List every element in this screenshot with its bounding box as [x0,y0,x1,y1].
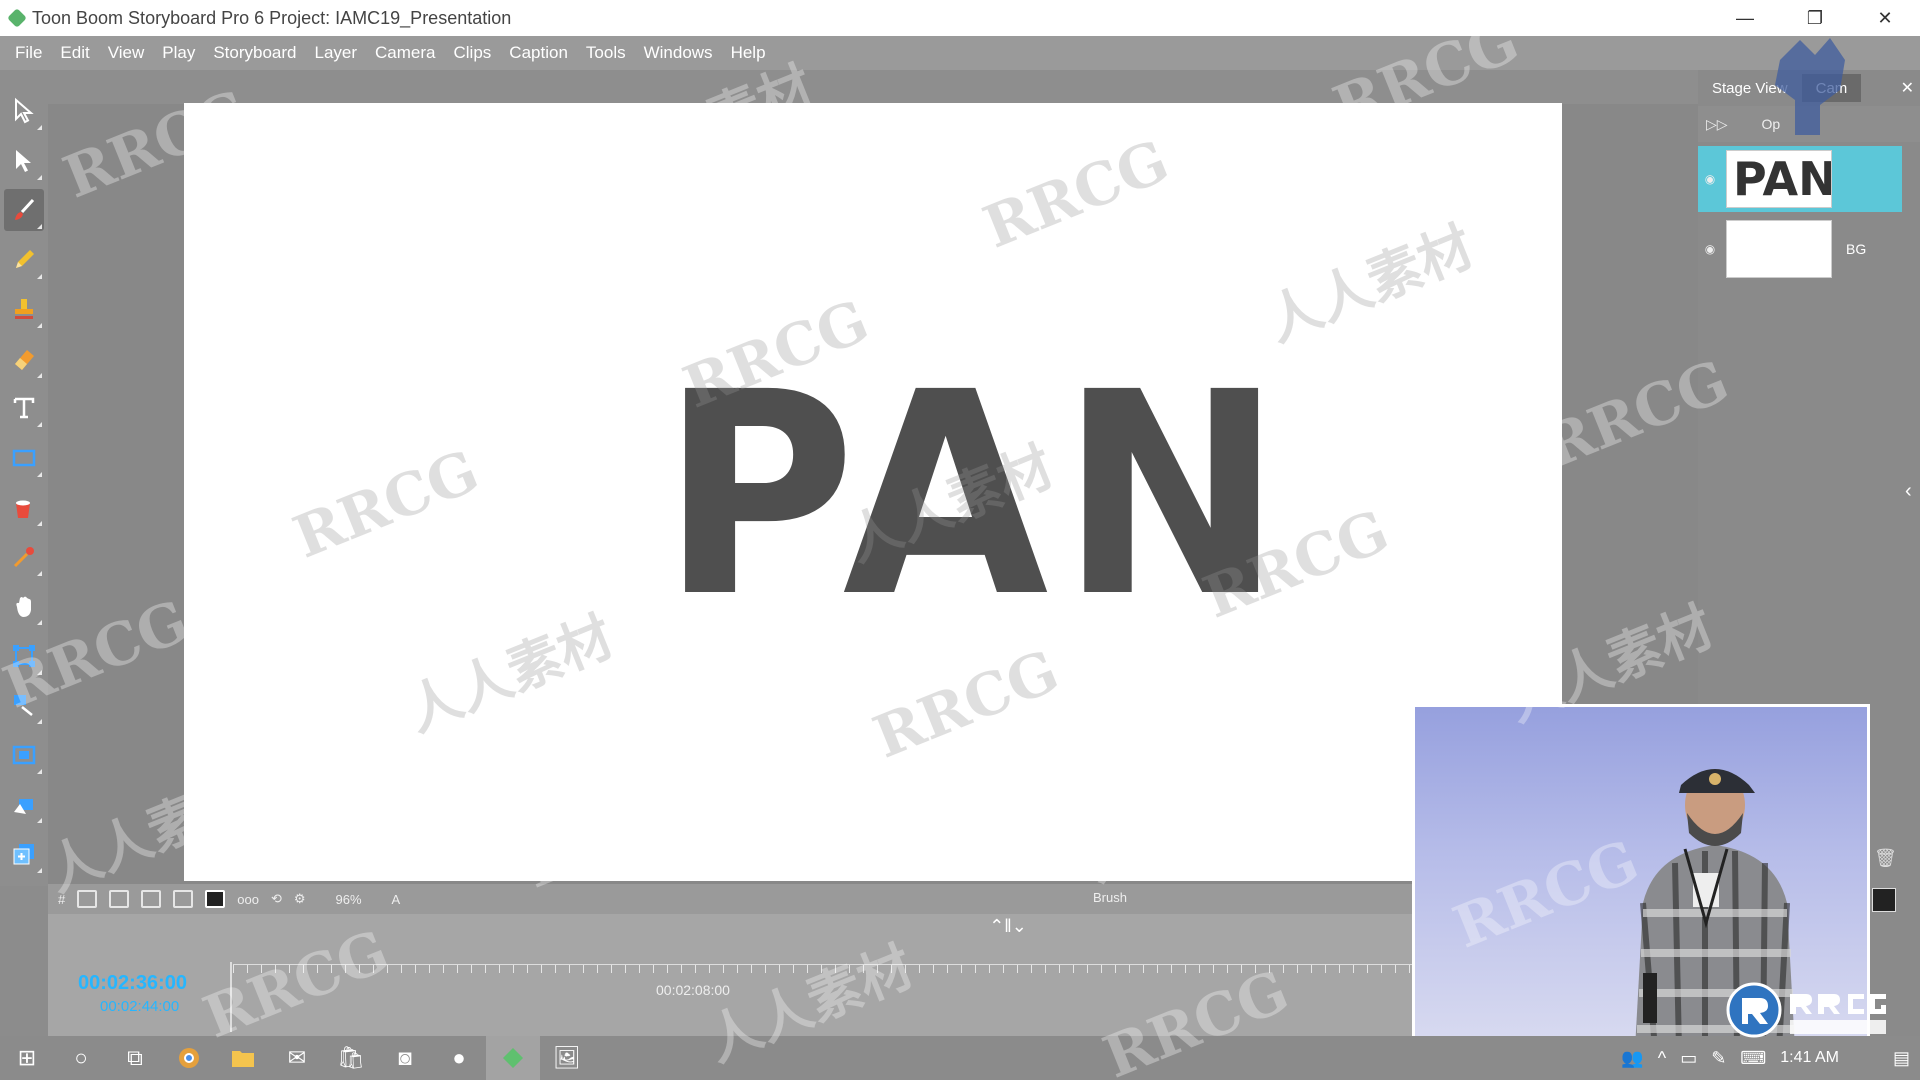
minimize-button[interactable]: — [1710,0,1780,36]
show-hidden-icons-icon[interactable]: ^ [1658,1048,1666,1069]
mail-icon[interactable]: ✉ [270,1036,324,1080]
notification-icon[interactable]: ▤ [1893,1048,1910,1069]
app-circle-icon[interactable]: ● [432,1036,486,1080]
file-explorer-icon[interactable] [216,1036,270,1080]
color-swatch[interactable] [1872,888,1896,912]
cortana-icon[interactable]: ○ [54,1036,108,1080]
layer-thumbnail [1726,220,1832,278]
store-icon[interactable]: 🛍 [324,1036,378,1080]
menu-file[interactable]: File [6,43,51,63]
add-panel-icon[interactable] [4,833,44,875]
close-button[interactable]: ✕ [1850,0,1920,36]
app-icon[interactable]: ◙ [378,1036,432,1080]
timeline-marker-time: 00:02:08:00 [656,982,730,998]
menu-camera[interactable]: Camera [366,43,444,63]
taskbar: ⊞ ○ ⧉ ✉ 🛍 ◙ ● 🖼 👥 ^ ▭ ✎ ⌨ 1:41 AM ▤ [0,1036,1920,1080]
grid-icon[interactable]: # [58,892,65,907]
people-icon[interactable]: 👥 [1621,1048,1643,1069]
transform-tool-icon[interactable] [4,140,44,182]
layer-row-pan[interactable]: ◉ PAN [1698,146,1902,212]
layer-visibility-icon[interactable]: ◉ [1698,242,1722,256]
layers-header: ▷▷ Op [1698,106,1920,142]
collapse-panel-icon[interactable]: ‹ [1905,480,1912,503]
layer-thumbnail: PAN [1726,150,1832,208]
stamp-tool-icon[interactable] [4,288,44,330]
dropper-tool-icon[interactable] [4,536,44,578]
rotate-view-icon[interactable]: ⟲ [271,891,282,907]
pencil-tool-icon[interactable] [4,239,44,281]
menu-help[interactable]: Help [722,43,775,63]
keyboard-icon[interactable]: ⌨ [1740,1048,1766,1069]
menu-windows[interactable]: Windows [635,43,722,63]
menu-play[interactable]: Play [153,43,204,63]
drawing-canvas[interactable]: PAN ✛ [184,103,1601,881]
tab-stage-view[interactable]: Stage View [1698,74,1802,102]
menu-bar: File Edit View Play Storyboard Layer Cam… [0,36,1920,70]
current-time: 00:02:36:00 [78,972,187,994]
pen-icon[interactable]: ✎ [1711,1048,1726,1069]
timeline-divider [230,962,232,1032]
aspect-icon[interactable] [173,890,194,908]
view-mode-label[interactable]: A [392,892,401,907]
presenter-figure [1635,769,1795,1043]
camera-mask-icon[interactable] [205,890,226,908]
layer-name: BG [1846,241,1867,257]
panel-tabs: Stage View Cam [1698,74,1862,102]
rectangle-tool-icon[interactable] [4,437,44,479]
camera-frame-icon[interactable] [4,734,44,776]
trash-icon[interactable]: 🗑 [1874,848,1897,869]
storyboard-pro-icon[interactable] [486,1036,540,1080]
select-tool-icon[interactable] [4,90,44,132]
onion-skin-icon[interactable]: ooo [237,892,259,907]
chrome-icon[interactable] [162,1036,216,1080]
brush-tool-icon[interactable] [4,189,44,231]
window-controls: — ❐ ✕ [1710,0,1920,36]
paint-bucket-icon[interactable] [4,486,44,528]
zoom-level[interactable]: 96% [336,892,362,907]
motion-icon[interactable] [4,783,44,825]
opacity-label: Op [1761,116,1781,132]
presenter-webcam [1412,704,1870,1046]
system-tray: 👥 ^ ▭ ✎ ⌨ 1:41 AM ▤ [1621,1036,1920,1080]
photos-icon[interactable]: 🖼 [540,1036,594,1080]
menu-tools[interactable]: Tools [577,43,635,63]
pan-drawing: PAN [660,333,1294,659]
menu-caption[interactable]: Caption [500,43,577,63]
current-tool-label: Brush [1093,890,1127,905]
tab-camera[interactable]: Cam [1801,74,1862,102]
play-forward-icon[interactable]: ▷▷ [1706,116,1728,133]
battery-icon[interactable]: ▭ [1680,1048,1697,1069]
top-toolbar-strip [0,70,1920,104]
tools-toolbar [0,86,48,886]
menu-storyboard[interactable]: Storyboard [204,43,305,63]
menu-edit[interactable]: Edit [51,43,98,63]
frame-icon[interactable] [141,890,162,908]
safe-area-icon[interactable] [77,890,98,908]
task-view-icon[interactable]: ⧉ [108,1036,162,1080]
clock[interactable]: 1:41 AM [1780,1049,1839,1067]
layer-visibility-icon[interactable]: ◉ [1698,172,1722,186]
eraser-tool-icon[interactable] [4,338,44,380]
menu-clips[interactable]: Clips [445,43,501,63]
windows-start-icon[interactable]: ⊞ [0,1036,54,1080]
menu-view[interactable]: View [99,43,154,63]
layer-transform-icon[interactable] [4,684,44,726]
bounding-box-icon[interactable] [4,635,44,677]
window-title: Toon Boom Storyboard Pro 6 Project: IAMC… [32,7,512,28]
app-logo-icon [7,8,27,28]
panel-close-icon[interactable]: ✕ [1901,78,1914,98]
overlay-icon[interactable] [109,890,130,908]
text-tool-icon[interactable] [4,387,44,429]
layer-thumb-text: PAN [1733,152,1832,206]
layer-row-bg[interactable]: ◉ BG [1698,216,1902,282]
total-time: 00:02:44:00 [100,998,180,1015]
reset-view-icon[interactable]: ⚙ [294,891,306,907]
menu-layer[interactable]: Layer [306,43,367,63]
restore-button[interactable]: ❐ [1780,0,1850,36]
hand-tool-icon[interactable] [4,585,44,627]
title-bar: Toon Boom Storyboard Pro 6 Project: IAMC… [0,0,1920,36]
timeline-nav-buttons[interactable]: ⌃‖⌄ [948,916,1068,938]
